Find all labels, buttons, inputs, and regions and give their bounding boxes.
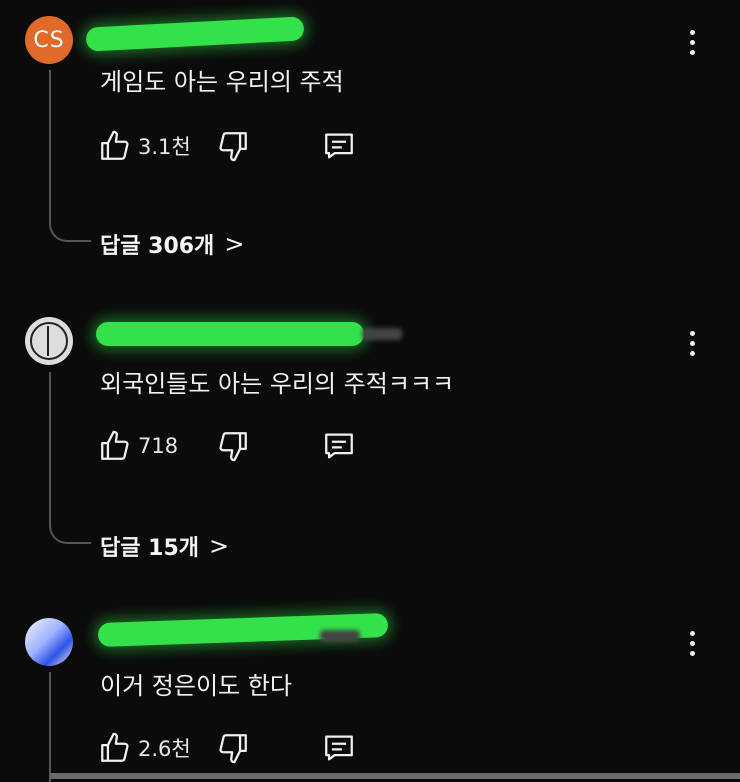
- avatar-initials: CS: [33, 27, 65, 53]
- comment-actions: 718: [98, 426, 356, 466]
- comment-item: 이거 정은이도 한다 2.6천: [0, 600, 740, 782]
- comment-actions: 3.1천: [98, 126, 356, 166]
- thread-line: [49, 70, 51, 225]
- blurred-timestamp: [320, 630, 360, 642]
- username-redaction: [85, 16, 305, 52]
- like-icon[interactable]: [98, 731, 132, 765]
- replies-label: 답글 15개: [100, 536, 199, 561]
- mercedes-logo-icon: [30, 322, 68, 360]
- bottom-divider: [50, 773, 740, 779]
- more-vert-icon[interactable]: [682, 27, 702, 57]
- replies-button[interactable]: 답글 15개 >: [100, 530, 229, 562]
- like-count: 2.6천: [138, 737, 191, 761]
- like-icon[interactable]: [98, 429, 132, 463]
- comment-item: CS 게임도 아는 우리의 주적 3.1천 답글 306개 >: [0, 0, 740, 300]
- avatar[interactable]: CS: [25, 16, 73, 64]
- replies-button[interactable]: 답글 306개 >: [100, 228, 244, 260]
- blurred-timestamp: [362, 328, 402, 340]
- thread-line: [49, 372, 51, 527]
- like-count: 3.1천: [138, 135, 191, 159]
- reply-icon[interactable]: [322, 129, 356, 163]
- thread-line: [49, 672, 51, 782]
- like-icon[interactable]: [98, 129, 132, 163]
- replies-label: 답글 306개: [100, 234, 215, 259]
- chevron-right-icon: >: [209, 532, 230, 560]
- comment-text: 외국인들도 아는 우리의 주적ㅋㅋㅋ: [100, 370, 455, 398]
- avatar[interactable]: [25, 618, 73, 666]
- dislike-icon[interactable]: [216, 731, 250, 765]
- dislike-icon[interactable]: [216, 129, 250, 163]
- more-vert-icon[interactable]: [682, 628, 702, 658]
- comment-text: 게임도 아는 우리의 주적: [100, 68, 344, 96]
- like-count: 718: [138, 434, 179, 458]
- comment-actions: 2.6천: [98, 728, 356, 768]
- more-vert-icon[interactable]: [682, 328, 702, 358]
- comment-item: 외국인들도 아는 우리의 주적ㅋㅋㅋ 718 답글 15개 >: [0, 300, 740, 600]
- dislike-icon[interactable]: [216, 429, 250, 463]
- username-redaction: [96, 322, 364, 346]
- reply-icon[interactable]: [322, 429, 356, 463]
- thread-connector: [49, 216, 91, 242]
- comment-text: 이거 정은이도 한다: [100, 672, 292, 700]
- chevron-right-icon: >: [224, 230, 245, 258]
- reply-icon[interactable]: [322, 731, 356, 765]
- thread-connector: [49, 518, 91, 544]
- avatar[interactable]: [25, 317, 73, 365]
